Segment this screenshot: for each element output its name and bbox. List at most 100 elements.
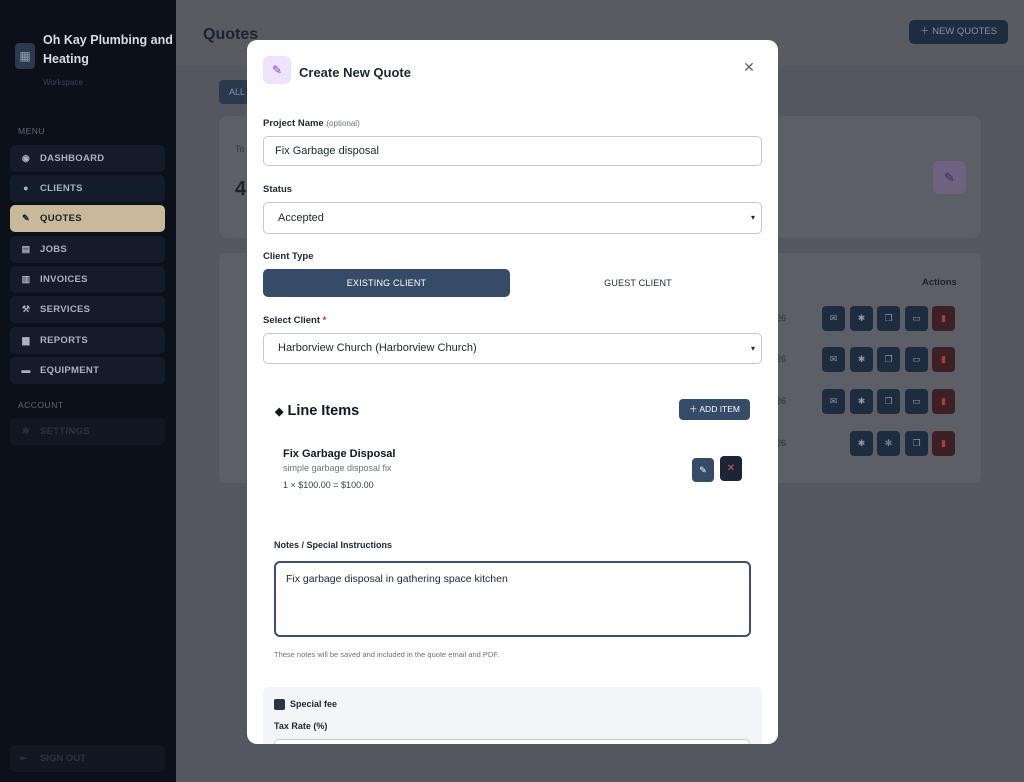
special-fee-checkbox[interactable] — [274, 699, 285, 710]
quote-edit-icon: ✎ — [22, 213, 30, 223]
menu-section-label: MENU — [18, 126, 46, 136]
fee-panel: Special fee Tax Rate (%) — [263, 687, 762, 744]
delete-icon[interactable]: ▮ — [932, 431, 955, 456]
convert-icon[interactable]: ✱ — [850, 431, 873, 456]
tax-rate-label: Tax Rate (%) — [274, 721, 328, 731]
project-name-input[interactable]: Fix Garbage disposal — [263, 136, 762, 166]
remove-item-icon[interactable]: ✕ — [720, 456, 742, 481]
required-mark: * — [322, 315, 327, 326]
copy-icon[interactable]: ❐ — [877, 389, 900, 414]
wrench-icon: ⚒ — [21, 304, 31, 314]
special-fee-label: Special fee — [290, 699, 338, 709]
line-item-total: 1 × $100.00 = $100.00 — [283, 480, 374, 490]
new-quotes-button[interactable]: ＋ NEW QUOTES — [909, 20, 1008, 44]
sidebar: ▦ Oh Kay Plumbing and Heating Workspace … — [0, 0, 176, 782]
gear-icon: ✻ — [22, 426, 30, 436]
convert-icon[interactable]: ✱ — [850, 306, 873, 331]
delete-icon[interactable]: ▮ — [932, 389, 955, 414]
line-items-title: ◆ Line Items — [275, 403, 359, 419]
logout-icon: ⇤ — [20, 753, 28, 763]
archive-icon[interactable]: ▭ — [905, 306, 928, 331]
close-icon[interactable]: ✕ — [740, 58, 758, 76]
existing-client-toggle[interactable]: EXISTING CLIENT — [263, 269, 510, 297]
optional-tag: (optional) — [326, 119, 360, 128]
line-items-title-text: Line Items — [287, 403, 360, 419]
sidebar-item-invoices[interactable]: ▥ INVOICES — [10, 266, 165, 293]
sidebar-item-reports[interactable]: ▆ REPORTS — [10, 327, 165, 354]
sidebar-item-equipment[interactable]: ▬ EQUIPMENT — [10, 357, 165, 384]
project-name-label-text: Project Name — [263, 118, 324, 129]
sidebar-item-label: QUOTES — [40, 213, 82, 224]
client-type-label: Client Type — [263, 251, 314, 262]
email-icon[interactable]: ✉ — [822, 306, 845, 331]
toolbox-icon: ▬ — [21, 365, 31, 375]
sidebar-item-services[interactable]: ⚒ SERVICES — [10, 296, 165, 323]
sidebar-item-label: SETTINGS — [40, 426, 90, 437]
email-icon[interactable]: ✉ — [822, 389, 845, 414]
tag-icon: ◆ — [275, 406, 284, 418]
status-value: Accepted — [278, 212, 324, 224]
delete-icon[interactable]: ▮ — [932, 306, 955, 331]
plus-icon: ＋ — [688, 404, 700, 414]
plus-icon: ＋ — [919, 26, 933, 37]
sidebar-item-label: REPORTS — [40, 335, 89, 346]
sidebar-item-label: INVOICES — [40, 274, 88, 285]
chart-icon: ▆ — [22, 335, 30, 345]
select-client-label: Select Client * — [263, 315, 326, 326]
sidebar-item-label: SERVICES — [40, 304, 91, 315]
sidebar-item-clients[interactable]: ● CLIENTS — [10, 175, 165, 202]
tax-rate-input[interactable] — [274, 739, 750, 744]
convert-icon[interactable]: ✱ — [850, 389, 873, 414]
client-select[interactable]: Harborview Church (Harborview Church) ▾ — [263, 333, 762, 364]
settings-icon[interactable]: ✻ — [877, 431, 900, 456]
building-icon: ▦ — [15, 43, 35, 69]
clipboard-icon: ▤ — [21, 244, 31, 254]
guest-client-toggle[interactable]: GUEST CLIENT — [514, 269, 762, 297]
sidebar-item-label: EQUIPMENT — [40, 365, 100, 376]
notes-textarea[interactable]: Fix garbage disposal in gathering space … — [274, 561, 751, 637]
delete-icon[interactable]: ▮ — [932, 347, 955, 372]
quote-edit-icon: ✎ — [933, 161, 966, 194]
brand-name: Oh Kay Plumbing and Heating — [43, 33, 173, 66]
sidebar-item-label: CLIENTS — [40, 183, 83, 194]
quote-edit-icon: ✎ — [263, 56, 291, 84]
sidebar-item-dashboard[interactable]: ◉ DASHBOARD — [10, 145, 165, 172]
archive-icon[interactable]: ▭ — [905, 389, 928, 414]
dashboard-icon: ◉ — [21, 153, 31, 163]
stat-label: To — [235, 144, 245, 154]
status-select[interactable]: Accepted ▾ — [263, 202, 762, 234]
brand-subtitle: Workspace — [43, 78, 83, 87]
sidebar-item-quotes[interactable]: ✎ QUOTES — [10, 205, 165, 232]
account-section-label: ACCOUNT — [18, 400, 64, 410]
copy-icon[interactable]: ❐ — [877, 306, 900, 331]
convert-icon[interactable]: ✱ — [850, 347, 873, 372]
invoice-icon: ▥ — [21, 274, 31, 284]
project-name-label: Project Name (optional) — [263, 118, 360, 129]
edit-icon[interactable]: ✎ — [692, 458, 714, 482]
actions-column-header: Actions — [922, 277, 957, 288]
sidebar-item-settings[interactable]: ✻ SETTINGS — [10, 418, 165, 445]
line-item-name: Fix Garbage Disposal — [283, 448, 396, 460]
sign-out-button[interactable]: ⇤ SIGN OUT — [10, 745, 165, 772]
select-client-label-text: Select Client — [263, 315, 321, 326]
copy-icon[interactable]: ❐ — [877, 347, 900, 372]
email-icon[interactable]: ✉ — [822, 347, 845, 372]
client-value: Harborview Church (Harborview Church) — [278, 342, 477, 354]
copy-icon[interactable]: ❐ — [905, 431, 928, 456]
stat-value: 4 — [235, 178, 247, 200]
add-item-button[interactable]: ＋ ADD ITEM — [679, 399, 750, 420]
notes-help-text: These notes will be saved and included i… — [274, 650, 500, 659]
sidebar-item-jobs[interactable]: ▤ JOBS — [10, 236, 165, 263]
new-quotes-label: NEW QUOTES — [932, 26, 998, 37]
sidebar-item-label: JOBS — [40, 244, 68, 255]
create-quote-modal: ✎ Create New Quote ✕ Project Name (optio… — [247, 40, 778, 744]
modal-title: Create New Quote — [299, 65, 411, 80]
sidebar-item-label: DASHBOARD — [40, 153, 105, 164]
notes-label: Notes / Special Instructions — [274, 540, 393, 550]
status-label: Status — [263, 184, 293, 195]
chevron-down-icon: ▾ — [750, 213, 755, 222]
archive-icon[interactable]: ▭ — [905, 347, 928, 372]
line-item-description: simple garbage disposal fix — [283, 463, 392, 473]
add-item-label: ADD ITEM — [699, 404, 741, 414]
chevron-down-icon: ▾ — [750, 344, 755, 353]
